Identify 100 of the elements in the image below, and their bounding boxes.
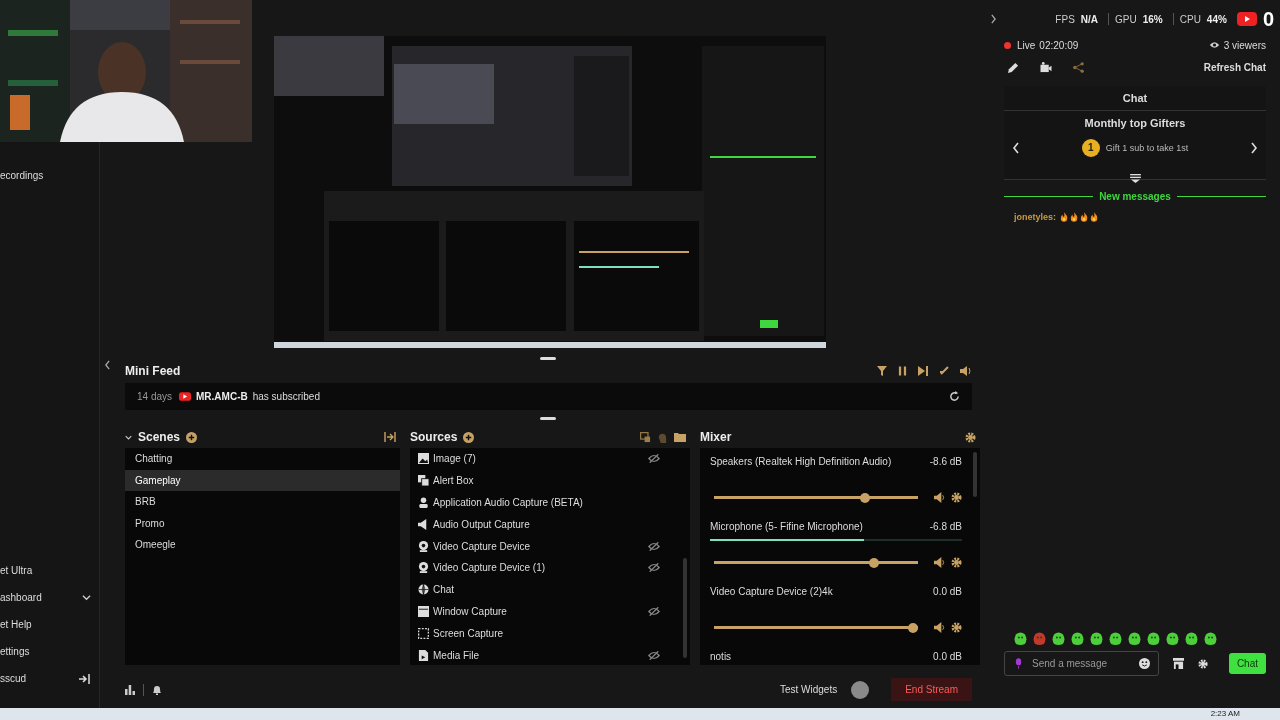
emote-icon[interactable] [1204, 632, 1217, 645]
nav-item[interactable]: et Ultra [0, 565, 33, 576]
resize-handle[interactable] [539, 356, 556, 360]
source-item[interactable]: Chat [410, 578, 690, 601]
stat-value: N/A [1080, 13, 1099, 25]
expand-icon[interactable] [990, 14, 997, 24]
emote-icon[interactable] [1014, 632, 1027, 645]
source-item[interactable]: Alert Box [410, 469, 690, 492]
speaker-icon[interactable] [934, 557, 945, 568]
rank-badge: 1 [1081, 139, 1100, 157]
end-stream-button[interactable]: End Stream [891, 678, 972, 701]
share-icon[interactable] [1073, 61, 1084, 73]
viewer-count: 0 [1262, 7, 1274, 31]
test-widgets-button[interactable]: Test Widgets [779, 684, 838, 695]
settings-icon[interactable] [951, 557, 962, 568]
previous-icon[interactable] [1012, 142, 1020, 154]
source-item[interactable]: Application Audio Capture (BETA) [410, 491, 690, 514]
layers-icon[interactable] [640, 431, 651, 443]
source-item[interactable]: Window Capture [410, 600, 690, 623]
eye-icon [1208, 41, 1220, 49]
hidden-eye-icon[interactable] [648, 541, 660, 551]
emote-icon[interactable] [1166, 632, 1179, 645]
event-age: 14 days [137, 391, 173, 402]
filter-icon[interactable] [877, 366, 887, 376]
emote-icon[interactable] [1185, 632, 1198, 645]
slider-thumb[interactable] [869, 557, 880, 568]
emote-icon[interactable] [1109, 632, 1122, 645]
emote-icon[interactable] [1147, 632, 1160, 645]
camera-icon[interactable] [1040, 61, 1052, 73]
nav-item[interactable]: ecordings [0, 170, 44, 181]
bell-icon[interactable] [152, 684, 162, 695]
speaker-icon[interactable] [934, 622, 945, 633]
source-item[interactable]: Image (7) [410, 448, 690, 470]
emote-icon[interactable] [1052, 632, 1065, 645]
speaker-icon[interactable] [960, 366, 972, 376]
chat-username[interactable]: jonetyles: [1014, 212, 1056, 222]
scene-item[interactable]: Omeegle [125, 534, 400, 556]
emote-icon[interactable] [1071, 632, 1084, 645]
transition-icon[interactable] [384, 432, 396, 442]
nav-item[interactable]: et Help [0, 619, 32, 630]
refresh-icon[interactable] [949, 391, 960, 402]
nav-item[interactable]: ashboard [0, 592, 42, 603]
nav-item[interactable]: ettings [0, 646, 30, 657]
settings-icon[interactable] [951, 622, 962, 633]
slider-thumb[interactable] [859, 492, 870, 503]
add-icon[interactable] [186, 431, 198, 443]
toggle-button[interactable] [851, 680, 870, 699]
source-item[interactable]: Audio Output Capture [410, 513, 690, 536]
scene-item[interactable]: BRB [125, 491, 400, 513]
image-icon [418, 453, 429, 465]
youtube-icon [179, 392, 192, 401]
hidden-eye-icon[interactable] [648, 606, 660, 616]
scroll-down-icon[interactable] [1129, 174, 1141, 183]
chevron-down-icon[interactable] [82, 593, 91, 602]
screen-capture-icon [418, 627, 429, 639]
source-item[interactable]: Video Capture Device [410, 535, 690, 557]
folder-icon[interactable] [674, 432, 686, 442]
hidden-eye-icon[interactable] [648, 563, 660, 573]
message-input[interactable]: Send a message [1030, 657, 1131, 670]
resize-handle[interactable] [539, 416, 556, 420]
source-item[interactable]: Media File [410, 644, 690, 665]
microphone-icon[interactable] [1015, 658, 1022, 669]
emote-icon[interactable] [1090, 632, 1103, 645]
scrollbar[interactable] [973, 452, 977, 497]
youtube-icon [1236, 12, 1257, 26]
hidden-eye-icon[interactable] [648, 650, 660, 660]
refresh-chat-button[interactable]: Refresh Chat [1203, 61, 1266, 73]
chat-send-button[interactable]: Chat [1228, 653, 1266, 674]
next-icon[interactable] [1250, 142, 1258, 154]
logout-icon[interactable] [79, 673, 91, 684]
nav-item[interactable]: sscud [0, 673, 27, 684]
scrollbar[interactable] [683, 558, 687, 658]
emoji-icon[interactable] [1139, 658, 1150, 669]
stats-icon[interactable] [125, 684, 135, 695]
live-label: Live [1017, 39, 1036, 51]
source-item[interactable]: Screen Capture [410, 622, 690, 645]
settings-icon[interactable] [965, 431, 976, 443]
pencil-icon[interactable] [1008, 61, 1019, 73]
section-title: Sources [410, 430, 458, 444]
emote-icon[interactable] [1128, 632, 1141, 645]
collapse-icon[interactable] [125, 433, 132, 441]
message-field[interactable]: Send a message [1004, 651, 1159, 676]
scene-item[interactable]: Promo [125, 512, 400, 535]
flame-icon [1090, 212, 1098, 222]
add-icon[interactable] [463, 431, 475, 443]
skip-icon[interactable] [918, 366, 928, 376]
settings-icon[interactable] [951, 492, 962, 503]
scene-item[interactable]: Gameplay [125, 469, 400, 492]
scene-item[interactable]: Chatting [125, 448, 400, 470]
source-item[interactable]: Video Capture Device (1) [410, 557, 690, 579]
speaker-icon[interactable] [934, 492, 945, 503]
pause-icon[interactable] [898, 366, 907, 376]
section-title: Mixer [700, 430, 732, 444]
store-icon[interactable] [1173, 658, 1184, 669]
hidden-eye-icon[interactable] [648, 454, 660, 464]
stat-value: 44% [1206, 13, 1227, 25]
collapse-icon[interactable] [104, 360, 111, 370]
speaker-icon [418, 518, 429, 530]
stat-label: GPU [1115, 13, 1137, 25]
slider-thumb[interactable] [908, 622, 918, 633]
